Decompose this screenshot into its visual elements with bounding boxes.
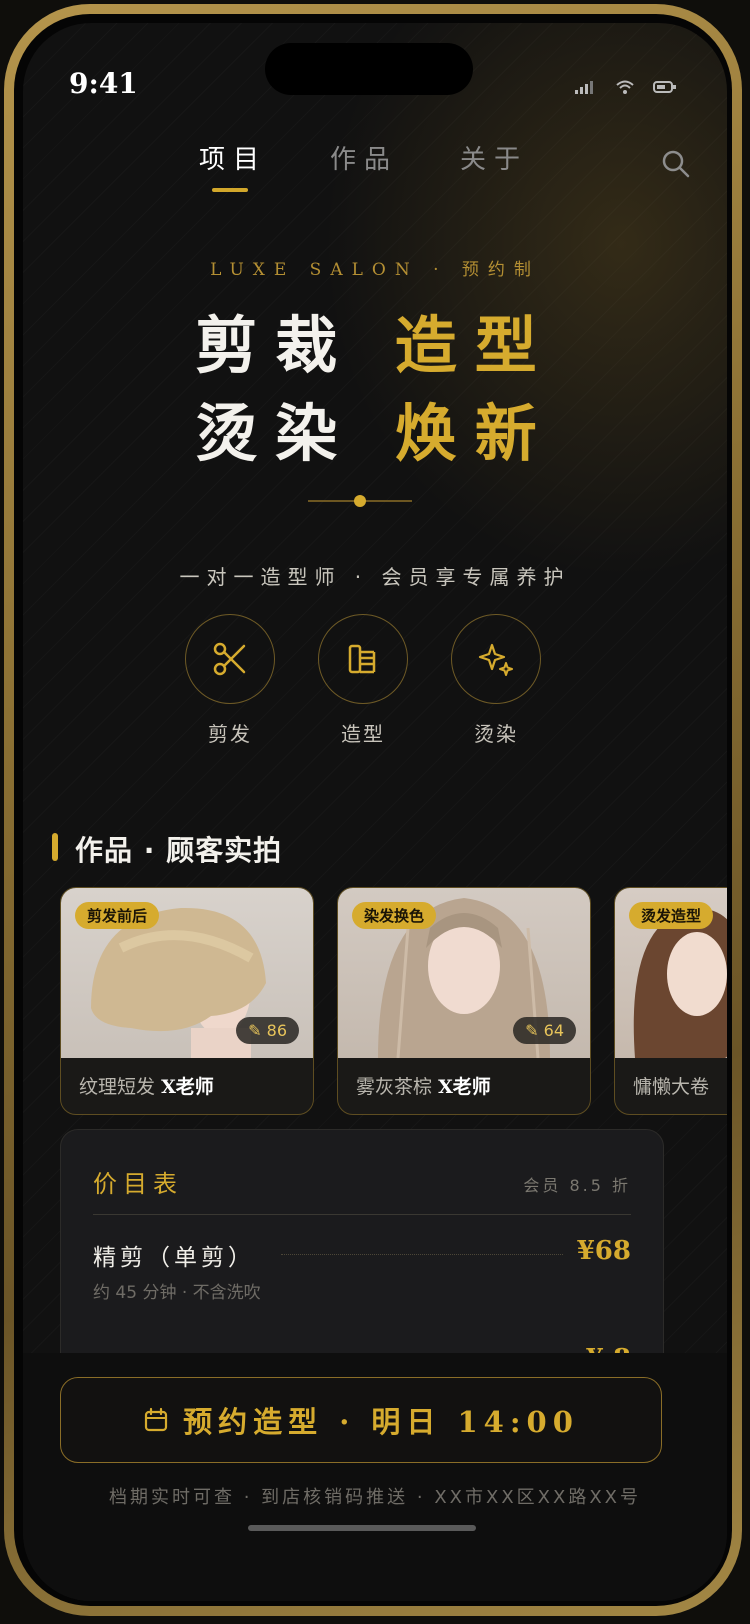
work-stylist: X老师	[438, 1076, 491, 1098]
status-icons	[575, 79, 677, 95]
service-styling-label: 造型	[341, 722, 385, 746]
work-likes-count: 86	[266, 1021, 287, 1040]
work-tag: 烫发造型	[629, 902, 714, 929]
price-item-desc: 约 45 分钟 · 不含洗吹	[93, 1283, 261, 1303]
work-likes-count: 64	[543, 1021, 564, 1040]
book-appointment-button[interactable]: 预约造型 · 明日 14:00	[60, 1377, 662, 1463]
work-stylist: X老师	[161, 1076, 214, 1098]
works-section-title: 作品 · 顾客实拍	[75, 834, 283, 867]
work-card[interactable]: 烫发造型 慵懒大卷	[614, 887, 727, 1115]
headline-line-2: 烫染 焕新	[23, 383, 727, 473]
battery-icon	[653, 81, 676, 93]
tab-projects[interactable]: 项目	[199, 139, 267, 176]
price-list-divider	[93, 1214, 631, 1215]
dynamic-island	[265, 43, 473, 95]
sparkle-icon	[478, 643, 513, 676]
service-perm-dye-label: 烫染	[474, 722, 518, 746]
price-item[interactable]: 精剪（单剪） ¥68 约 45 分钟 · 不含洗吹	[93, 1236, 631, 1303]
like-icon: ✎	[525, 1021, 539, 1040]
section-accent-bar	[52, 833, 58, 861]
work-caption: 雾灰茶棕 X老师	[338, 1058, 590, 1113]
home-indicator[interactable]	[248, 1525, 476, 1531]
scissors-icon	[213, 642, 246, 676]
headline-line-2-gold: 焕新	[394, 397, 555, 470]
headline-line-1-gold: 造型	[394, 309, 555, 382]
calendar-icon	[144, 1407, 168, 1432]
work-card[interactable]: 剪发前后 ✎ 86 纹理短发 X老师	[60, 887, 314, 1115]
price-item-name: 精剪（单剪）	[93, 1245, 255, 1271]
like-icon: ✎	[248, 1021, 262, 1040]
price-leader-dots	[281, 1254, 563, 1255]
active-tab-indicator	[212, 188, 248, 192]
ornament-divider	[308, 495, 412, 507]
work-style-name: 纹理短发	[79, 1076, 156, 1098]
headline-line-2-white: 烫染	[195, 397, 356, 470]
brand-eyebrow: LUXE SALON · 预约制	[210, 260, 540, 280]
book-appointment-label: 预约造型 · 明日 14:00	[183, 1405, 579, 1439]
work-photo: 烫发造型	[615, 888, 727, 1058]
top-navigation: 项目 作品 关于	[23, 123, 727, 193]
work-caption: 纹理短发 X老师	[61, 1058, 313, 1113]
comb-icon	[348, 644, 376, 674]
works-carousel[interactable]: 剪发前后 ✎ 86 纹理短发 X老师 染发换色 ✎ 64 雾灰茶棕 X老师 烫发…	[60, 887, 727, 1115]
work-tag: 剪发前后	[75, 902, 160, 929]
price-list-title: 价目表	[93, 1170, 183, 1198]
footer-note: 档期实时可查 · 到店核销码推送 · XX市XX区XX路XX号	[109, 1487, 641, 1508]
service-haircut[interactable]: 剪发	[185, 614, 275, 747]
service-haircut-label: 剪发	[208, 722, 252, 746]
member-discount-note: 会员 8.5 折	[523, 1176, 631, 1195]
work-photo: 剪发前后 ✎ 86	[61, 888, 313, 1058]
service-haircut-circle[interactable]	[185, 614, 275, 704]
headline-line-1-white: 剪裁	[195, 309, 356, 382]
work-tag: 染发换色	[352, 902, 437, 929]
price-item-price: ¥68	[576, 1236, 631, 1266]
headline-line-1: 剪裁 造型	[23, 295, 727, 385]
work-style-name: 雾灰茶棕	[356, 1076, 433, 1098]
work-card[interactable]: 染发换色 ✎ 64 雾灰茶棕 X老师	[337, 887, 591, 1115]
work-likes-badge: ✎ 86	[236, 1017, 299, 1044]
wifi-icon	[616, 80, 634, 94]
search-icon[interactable]	[661, 149, 691, 179]
service-perm-dye[interactable]: 烫染	[451, 614, 541, 747]
work-caption: 慵懒大卷	[615, 1058, 727, 1113]
hero-tagline: 一对一造型师 · 会员享专属养护	[179, 565, 571, 589]
status-time: 9:41	[69, 67, 138, 100]
signal-icon	[575, 81, 593, 94]
service-shortcuts: 剪发 造型 烫染	[185, 614, 541, 747]
service-styling-circle[interactable]	[318, 614, 408, 704]
tab-works[interactable]: 作品	[330, 139, 398, 176]
service-perm-dye-circle[interactable]	[451, 614, 541, 704]
work-likes-badge: ✎ 64	[513, 1017, 576, 1044]
work-photo: 染发换色 ✎ 64	[338, 888, 590, 1058]
work-style-name: 慵懒大卷	[633, 1076, 710, 1098]
tab-about[interactable]: 关于	[460, 139, 528, 176]
app-screen: 9:41 项目 作品 关于 LUXE SALON · 预约制 剪裁 造型 烫染 …	[23, 23, 727, 1601]
service-styling[interactable]: 造型	[318, 614, 408, 747]
